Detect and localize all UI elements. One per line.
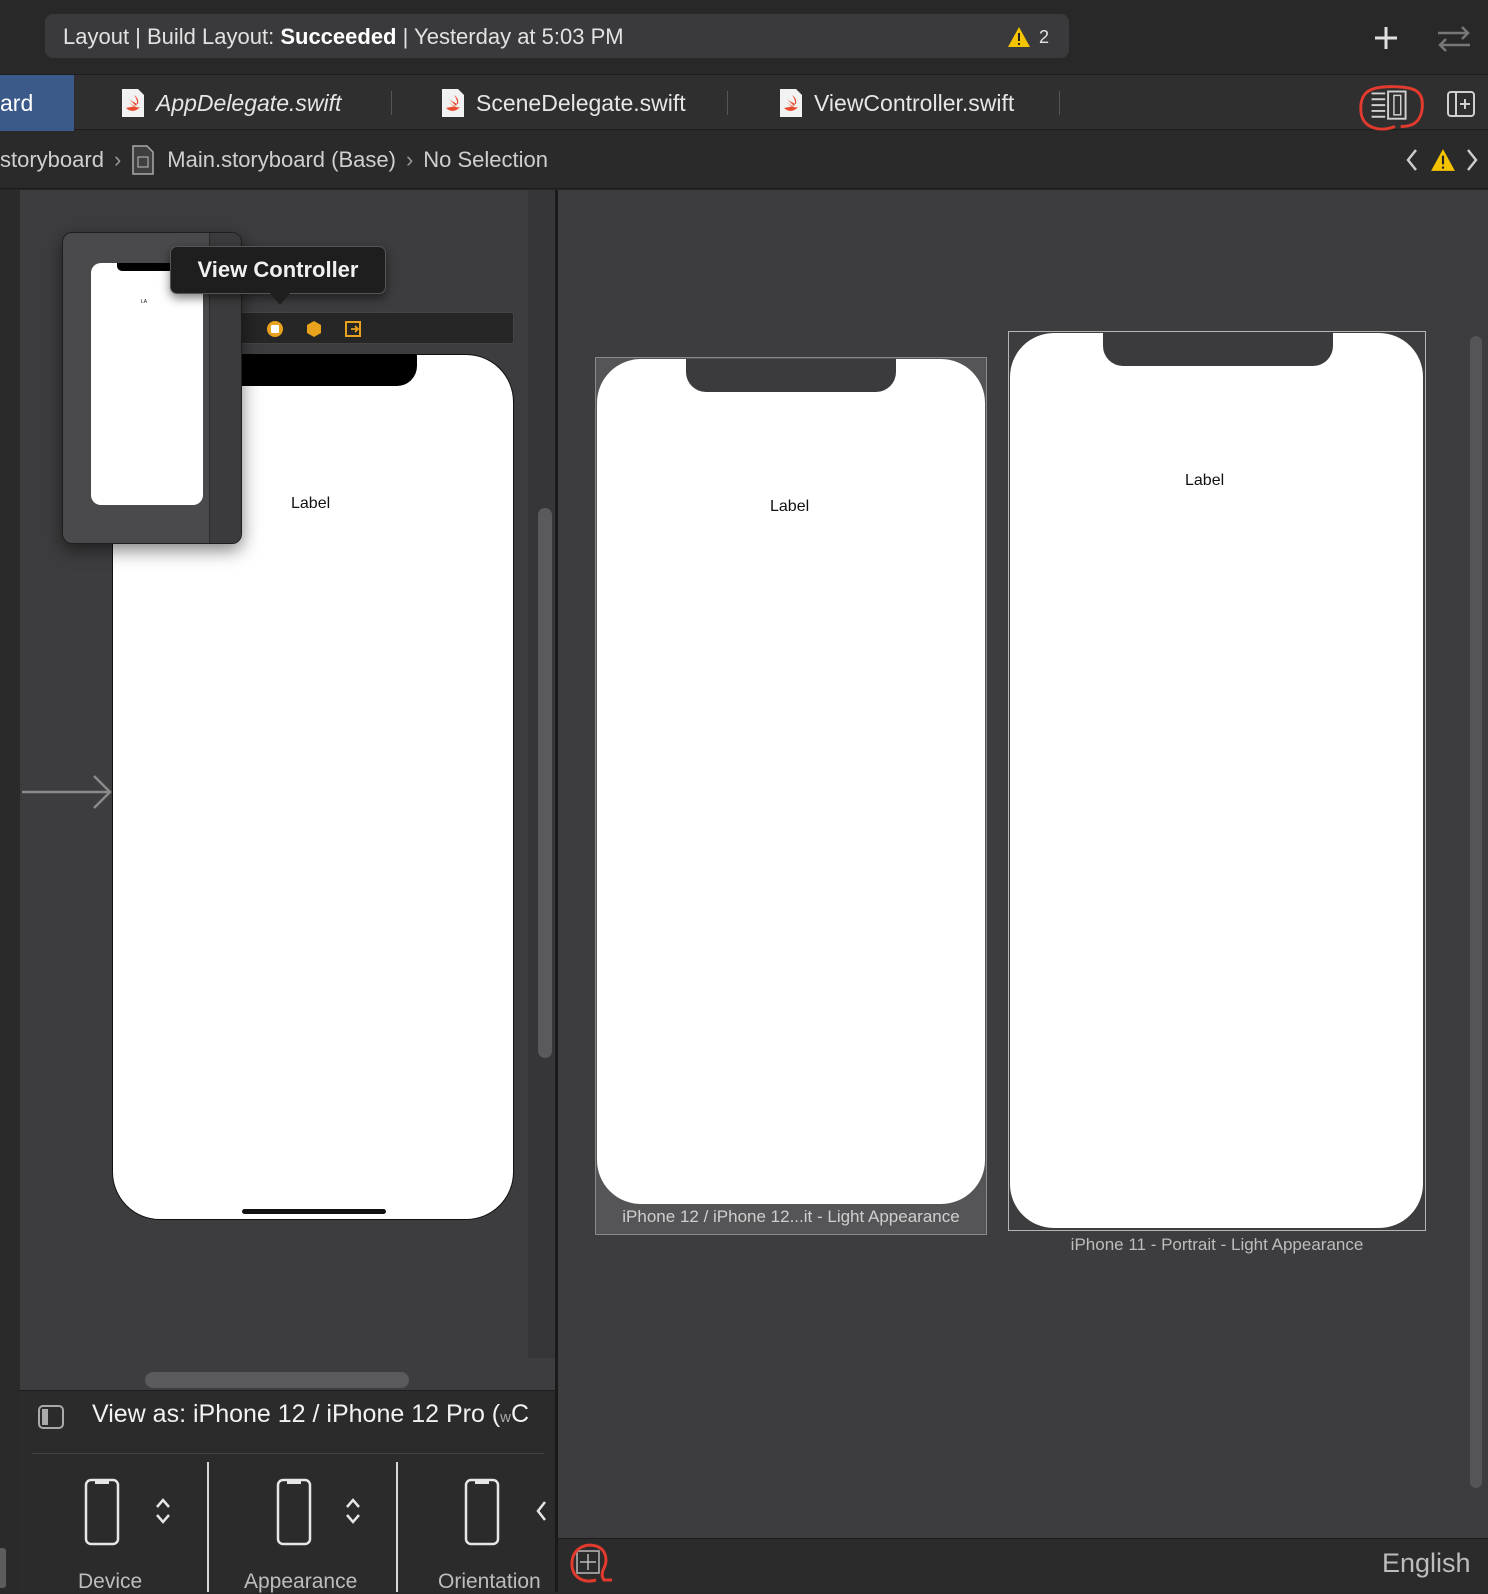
preview-label: Label xyxy=(770,498,810,515)
swift-file-icon xyxy=(122,89,144,117)
tab-label: ard xyxy=(0,89,34,116)
preview-caption: iPhone 12 / iPhone 12...it - Light Appea… xyxy=(622,1207,960,1226)
breadcrumb: storyboard › Main.storyboard (Base) › No… xyxy=(0,131,548,189)
add-library-button[interactable] xyxy=(1368,20,1404,56)
warning-indicator[interactable]: 2 xyxy=(1007,26,1049,48)
preview-screen: Label xyxy=(597,359,985,1204)
tab-label: SceneDelegate.swift xyxy=(476,89,686,116)
tab-separator xyxy=(1059,91,1060,115)
config-separator xyxy=(396,1462,398,1592)
preview-footer xyxy=(558,1538,1488,1592)
chevron-left-icon xyxy=(536,1501,546,1521)
view-controller-icon xyxy=(267,321,283,337)
config-divider xyxy=(32,1453,544,1454)
swift-file-icon xyxy=(780,89,802,117)
view-controller-tooltip: View Controller xyxy=(170,246,386,294)
chevron-right-icon: › xyxy=(405,147,414,172)
add-preview-button[interactable] xyxy=(568,1540,614,1586)
iphone-icon xyxy=(276,1478,312,1546)
preview-device-frame[interactable]: Label iPhone 12 / iPhone 12...it - Light… xyxy=(595,357,987,1235)
adjust-editor-options-button[interactable] xyxy=(1356,83,1426,135)
adjust-editor-options-icon xyxy=(1359,85,1424,131)
home-indicator xyxy=(242,1209,386,1214)
add-editor-button[interactable] xyxy=(1444,87,1478,121)
preview-screen: Label xyxy=(1010,333,1423,1228)
swift-file-icon xyxy=(442,89,464,117)
canvas-vertical-scrollbar[interactable] xyxy=(538,508,552,1058)
add-preview-icon xyxy=(570,1543,612,1583)
tab-viewcontroller[interactable]: ViewController.swift xyxy=(778,75,1014,131)
storyboard-file-icon xyxy=(132,145,155,175)
plus-icon xyxy=(1375,27,1397,49)
up-down-chevron-icon xyxy=(156,1498,170,1524)
warning-icon xyxy=(1007,27,1030,47)
sidebar-toggle-icon xyxy=(38,1405,64,1429)
tab-separator xyxy=(727,91,728,115)
tab-label: ViewController.swift xyxy=(814,89,1015,116)
swap-arrows-icon xyxy=(1438,26,1470,52)
tab-scenedelegate[interactable]: SceneDelegate.swift xyxy=(440,75,686,131)
jump-bar: storyboard › Main.storyboard (Base) › No… xyxy=(0,131,1488,189)
tab-separator xyxy=(391,91,392,115)
preview-device-frame[interactable]: Label xyxy=(1008,331,1426,1231)
warning-icon xyxy=(1431,149,1455,171)
up-down-chevron-icon xyxy=(346,1498,360,1524)
config-separator xyxy=(207,1462,209,1592)
tab-main-storyboard[interactable]: ard xyxy=(0,75,74,131)
chevron-right-icon xyxy=(1467,149,1478,171)
device-option[interactable]: Device xyxy=(60,1470,200,1593)
code-review-button[interactable] xyxy=(1432,20,1476,56)
device-notch xyxy=(1103,333,1333,366)
language-selector[interactable]: English xyxy=(1382,1548,1471,1579)
orientation-option-label: Orientation xyxy=(438,1570,541,1592)
first-responder-icon xyxy=(307,321,321,337)
iphone-icon xyxy=(464,1478,500,1546)
preview-caption: iPhone 11 - Portrait - Light Appearance xyxy=(1070,1235,1364,1254)
canvas-horizontal-scrollbar[interactable] xyxy=(145,1372,409,1388)
document-outline-edge xyxy=(0,190,20,1592)
first-responder-dock-button[interactable] xyxy=(303,318,325,340)
thumbnail-notch xyxy=(117,263,177,271)
chevron-left-icon xyxy=(1406,149,1417,171)
warning-count: 2 xyxy=(1038,26,1049,47)
tab-appdelegate[interactable]: AppDelegate.swift xyxy=(120,75,341,131)
editor-tab-bar: ard AppDelegate.swift SceneDelegate.swif… xyxy=(0,74,1488,131)
previous-issue-button[interactable] xyxy=(1400,145,1424,175)
next-issue-button[interactable] xyxy=(1460,145,1484,175)
appearance-option-label: Appearance xyxy=(244,1570,358,1593)
breadcrumb-item-storyboard[interactable]: storyboard xyxy=(0,147,104,173)
toggle-outline-button[interactable] xyxy=(36,1402,66,1432)
view-as-label[interactable]: View as: iPhone 12 / iPhone 12 Pro (wC xyxy=(92,1400,554,1434)
appearance-option[interactable]: Appearance xyxy=(244,1470,394,1593)
breadcrumb-item-no-selection[interactable]: No Selection xyxy=(423,147,548,173)
tab-label: AppDelegate.swift xyxy=(156,89,342,116)
exit-icon xyxy=(345,321,361,337)
activity-status-bar[interactable]: Layout | Build Layout: Succeeded | Yeste… xyxy=(45,14,1069,58)
thumbnail-label: LA xyxy=(141,299,148,305)
orientation-option[interactable]: Orientation xyxy=(432,1470,555,1592)
issue-warning-button[interactable] xyxy=(1428,145,1458,175)
add-editor-icon xyxy=(1447,91,1475,117)
initial-view-controller-arrow[interactable] xyxy=(22,774,114,810)
thumbnail-phone: LA xyxy=(91,263,203,505)
tooltip-pointer xyxy=(270,293,290,305)
panel-resize-handle[interactable] xyxy=(0,1548,6,1588)
view-controller-dock-button[interactable] xyxy=(264,318,286,340)
iphone-icon xyxy=(84,1478,120,1546)
device-option-label: Device xyxy=(78,1570,143,1593)
preview-label: Label xyxy=(1185,472,1225,489)
exit-dock-button[interactable] xyxy=(342,318,364,340)
tooltip-text: View Controller xyxy=(197,257,359,282)
build-status-text: Layout | Build Layout: Succeeded | Yeste… xyxy=(63,24,624,49)
preview-vertical-scrollbar[interactable] xyxy=(1470,336,1482,1488)
chevron-right-icon: › xyxy=(113,147,122,172)
scene-label[interactable]: Label xyxy=(291,495,330,513)
breadcrumb-item-main-storyboard[interactable]: Main.storyboard (Base) xyxy=(167,147,396,173)
device-notch xyxy=(686,359,896,392)
